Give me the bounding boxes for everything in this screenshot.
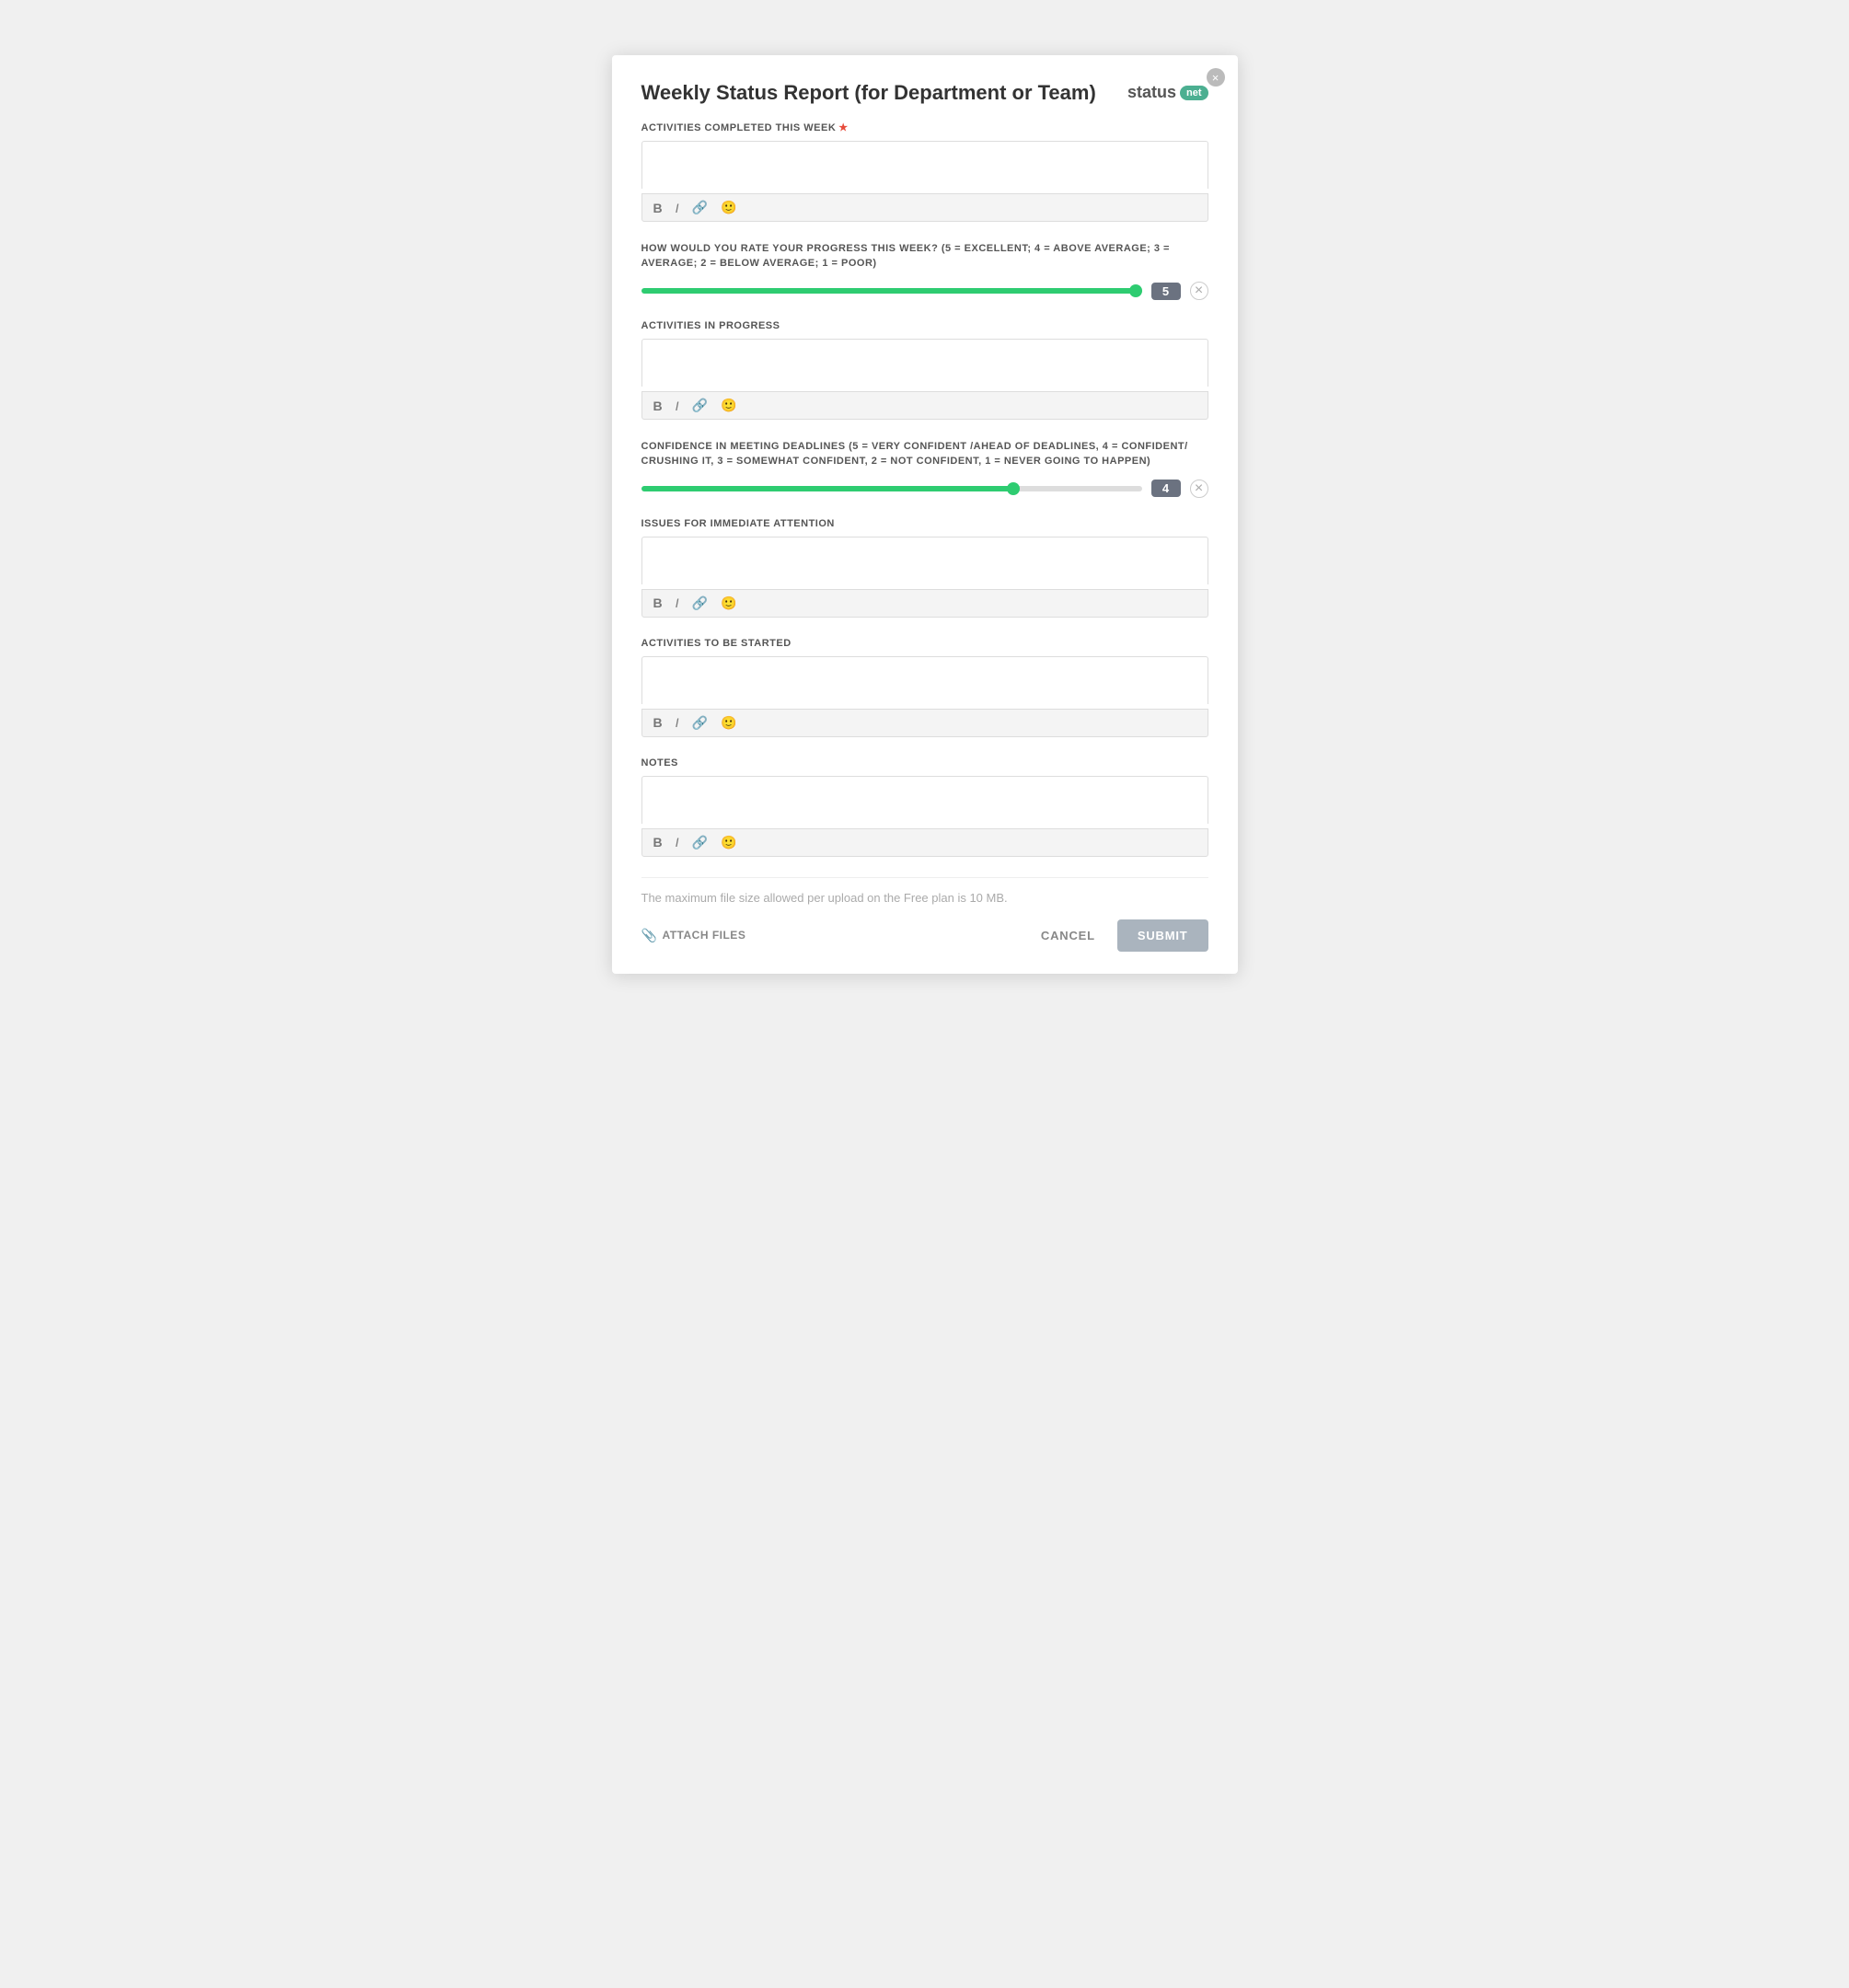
link-btn-4[interactable]: 🔗 bbox=[690, 715, 710, 731]
confidence-rating-slider[interactable] bbox=[641, 486, 1142, 491]
progress-rating-value: 5 bbox=[1151, 283, 1181, 300]
cancel-button[interactable]: CANCEL bbox=[1028, 921, 1108, 950]
link-btn-1[interactable]: 🔗 bbox=[690, 200, 710, 215]
activities-in-progress-textarea[interactable] bbox=[641, 339, 1208, 387]
attach-label: ATTACH FILES bbox=[662, 929, 745, 942]
link-btn-2[interactable]: 🔗 bbox=[690, 398, 710, 413]
progress-rating-section: HOW WOULD YOU RATE YOUR PROGRESS THIS WE… bbox=[641, 242, 1208, 300]
activities-started-textarea[interactable] bbox=[641, 656, 1208, 704]
brand-text: status bbox=[1127, 83, 1176, 102]
required-star: ★ bbox=[838, 122, 848, 133]
progress-rating-clear[interactable]: × bbox=[1190, 282, 1208, 300]
emoji-btn-4[interactable]: 🙂 bbox=[719, 715, 738, 731]
notes-field: NOTES B I 🔗 🙂 bbox=[641, 757, 1208, 857]
bold-btn-1[interactable]: B bbox=[652, 201, 664, 215]
confidence-rating-label: CONFIDENCE IN MEETING DEADLINES (5 = VER… bbox=[641, 440, 1208, 468]
confidence-rating-clear[interactable]: × bbox=[1190, 480, 1208, 498]
issues-label: ISSUES FOR IMMEDIATE ATTENTION bbox=[641, 518, 1208, 529]
attach-icon: 📎 bbox=[641, 928, 658, 943]
progress-rating-slider[interactable] bbox=[641, 288, 1142, 294]
activities-completed-textarea[interactable] bbox=[641, 141, 1208, 189]
confidence-rating-value: 4 bbox=[1151, 480, 1181, 497]
attach-files-button[interactable]: 📎 ATTACH FILES bbox=[641, 928, 746, 943]
close-button[interactable]: × bbox=[1207, 68, 1225, 87]
notes-label: NOTES bbox=[641, 757, 1208, 769]
bold-btn-2[interactable]: B bbox=[652, 399, 664, 413]
italic-btn-5[interactable]: I bbox=[674, 835, 681, 850]
modal-title: Weekly Status Report (for Department or … bbox=[641, 81, 1096, 105]
activities-completed-toolbar: B I 🔗 🙂 bbox=[641, 193, 1208, 222]
notes-textarea[interactable] bbox=[641, 776, 1208, 824]
issues-textarea[interactable] bbox=[641, 537, 1208, 584]
progress-rating-label: HOW WOULD YOU RATE YOUR PROGRESS THIS WE… bbox=[641, 242, 1208, 271]
activities-in-progress-toolbar: B I 🔗 🙂 bbox=[641, 391, 1208, 420]
activities-in-progress-field: ACTIVITIES IN PROGRESS B I 🔗 🙂 bbox=[641, 320, 1208, 420]
emoji-btn-1[interactable]: 🙂 bbox=[719, 200, 738, 215]
notes-toolbar: B I 🔗 🙂 bbox=[641, 828, 1208, 857]
emoji-btn-3[interactable]: 🙂 bbox=[719, 595, 738, 611]
activities-started-field: ACTIVITIES TO BE STARTED B I 🔗 🙂 bbox=[641, 638, 1208, 737]
bold-btn-3[interactable]: B bbox=[652, 595, 664, 610]
activities-completed-field: ACTIVITIES COMPLETED THIS WEEK★ B I 🔗 🙂 bbox=[641, 121, 1208, 222]
bold-btn-4[interactable]: B bbox=[652, 715, 664, 730]
link-btn-3[interactable]: 🔗 bbox=[690, 595, 710, 611]
brand-logo: status net bbox=[1127, 83, 1208, 102]
modal-header: Weekly Status Report (for Department or … bbox=[641, 81, 1208, 105]
emoji-btn-2[interactable]: 🙂 bbox=[719, 398, 738, 413]
progress-rating-row: 5 × bbox=[641, 282, 1208, 300]
emoji-btn-5[interactable]: 🙂 bbox=[719, 835, 738, 850]
link-btn-5[interactable]: 🔗 bbox=[690, 835, 710, 850]
italic-btn-4[interactable]: I bbox=[674, 715, 681, 730]
bold-btn-5[interactable]: B bbox=[652, 835, 664, 850]
confidence-rating-row: 4 × bbox=[641, 480, 1208, 498]
activities-started-toolbar: B I 🔗 🙂 bbox=[641, 709, 1208, 737]
close-icon: × bbox=[1212, 72, 1219, 84]
footer-info-text: The maximum file size allowed per upload… bbox=[641, 891, 1208, 905]
italic-btn-1[interactable]: I bbox=[674, 201, 681, 215]
confidence-rating-section: CONFIDENCE IN MEETING DEADLINES (5 = VER… bbox=[641, 440, 1208, 498]
issues-field: ISSUES FOR IMMEDIATE ATTENTION B I 🔗 🙂 bbox=[641, 518, 1208, 618]
footer-divider bbox=[641, 877, 1208, 878]
brand-badge: net bbox=[1180, 86, 1208, 100]
activities-started-label: ACTIVITIES TO BE STARTED bbox=[641, 638, 1208, 649]
italic-btn-2[interactable]: I bbox=[674, 399, 681, 413]
activities-completed-label: ACTIVITIES COMPLETED THIS WEEK★ bbox=[641, 121, 1208, 133]
modal-container: × Weekly Status Report (for Department o… bbox=[612, 55, 1238, 974]
footer-actions: 📎 ATTACH FILES CANCEL SUBMIT bbox=[641, 919, 1208, 952]
issues-toolbar: B I 🔗 🙂 bbox=[641, 589, 1208, 618]
italic-btn-3[interactable]: I bbox=[674, 595, 681, 610]
action-buttons-group: CANCEL SUBMIT bbox=[1028, 919, 1208, 952]
activities-in-progress-label: ACTIVITIES IN PROGRESS bbox=[641, 320, 1208, 331]
submit-button[interactable]: SUBMIT bbox=[1117, 919, 1208, 952]
